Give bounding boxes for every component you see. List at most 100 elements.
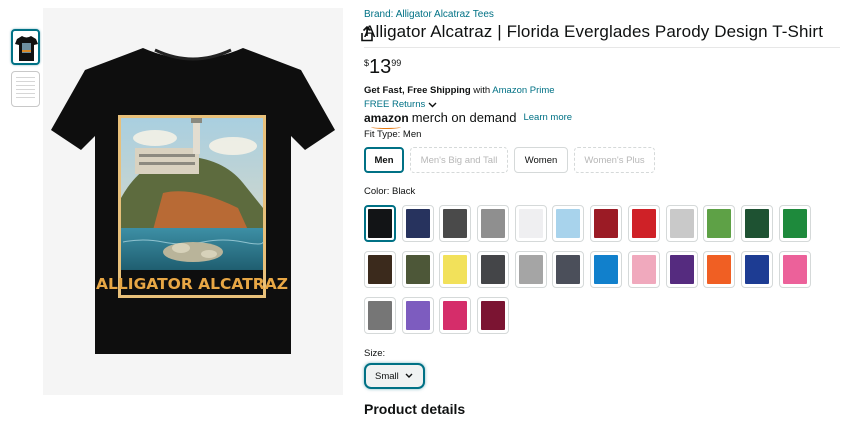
color-swatch[interactable] [477, 297, 510, 334]
color-swatch[interactable] [514, 205, 547, 242]
free-returns-link[interactable]: FREE Returns [364, 99, 437, 110]
fit-type-label: Fit Type: Men [364, 129, 421, 140]
merch-on-demand-logo: amazon merch on demand [364, 110, 517, 129]
main-product-image[interactable]: ALLIGATOR ALCATRAZ [43, 8, 373, 395]
color-swatch[interactable] [703, 251, 736, 288]
color-swatch[interactable] [778, 205, 811, 242]
color-swatch[interactable] [364, 205, 396, 242]
color-chip [669, 255, 694, 284]
fit-option-womens-plus[interactable]: Women's Plus [574, 147, 655, 173]
shipping-bold-text: Get Fast, Free Shipping [364, 85, 471, 96]
price: $1399 [364, 56, 401, 79]
fit-type-prefix: Fit Type: [364, 129, 403, 140]
color-chip [443, 209, 468, 238]
size-label: Size: [364, 348, 386, 359]
color-swatch[interactable] [477, 251, 510, 288]
color-chip [481, 255, 506, 284]
divider [364, 47, 840, 48]
color-chip [744, 209, 769, 238]
color-swatch[interactable] [401, 205, 434, 242]
color-swatch[interactable] [665, 251, 698, 288]
product-title: Alligator Alcatraz | Florida Everglades … [364, 22, 824, 41]
chevron-down-icon [428, 102, 437, 107]
color-swatch[interactable] [740, 205, 773, 242]
color-chip [443, 301, 468, 330]
color-chip [405, 209, 430, 238]
price-whole: 13 [369, 56, 392, 78]
color-swatch-grid [364, 205, 824, 343]
color-swatch[interactable] [703, 205, 736, 242]
color-swatch[interactable] [778, 251, 811, 288]
shipping-message: Get Fast, Free Shipping with Amazon Prim… [364, 85, 555, 96]
shipping-with-text: with [470, 85, 493, 96]
product-details-heading: Product details [364, 401, 466, 417]
color-chip [594, 255, 619, 284]
color-chip [405, 255, 430, 284]
fit-option-women[interactable]: Women [514, 147, 568, 173]
color-swatch[interactable] [590, 205, 623, 242]
thumbnail-shirt-image[interactable] [11, 29, 40, 65]
color-chip [631, 255, 656, 284]
color-chip [368, 301, 392, 330]
color-prefix: Color: [364, 186, 392, 197]
learn-more-link[interactable]: Learn more [523, 112, 572, 123]
color-chip [669, 209, 694, 238]
color-chip [481, 301, 506, 330]
fit-type-selected: Men [402, 129, 422, 140]
color-chip [707, 209, 732, 238]
color-swatch[interactable] [401, 297, 434, 334]
size-selected-value: Small [375, 370, 399, 382]
color-chip [594, 209, 619, 238]
color-chip [707, 255, 732, 284]
tshirt-illustration: ALLIGATOR ALCATRAZ [51, 48, 335, 354]
thumbnail-size-chart[interactable] [11, 71, 40, 107]
color-chip [744, 255, 769, 284]
brand-link[interactable]: Brand: Alligator Alcatraz Tees [364, 9, 494, 20]
price-fraction: 99 [391, 58, 402, 68]
fit-option-mens-big-and-tall[interactable]: Men's Big and Tall [410, 147, 508, 173]
color-chip [556, 209, 581, 238]
color-swatch[interactable] [514, 251, 547, 288]
color-swatch[interactable] [552, 205, 585, 242]
color-chip [443, 255, 468, 284]
color-chip [556, 255, 581, 284]
size-dropdown[interactable]: Small [364, 363, 425, 389]
color-swatch[interactable] [439, 297, 472, 334]
color-swatch[interactable] [627, 205, 660, 242]
color-chip [782, 209, 807, 238]
color-chip [631, 209, 656, 238]
color-swatch[interactable] [665, 205, 698, 242]
color-swatch[interactable] [364, 251, 396, 288]
color-chip [405, 301, 430, 330]
amazon-prime-link[interactable]: Amazon Prime [492, 85, 554, 96]
color-swatch[interactable] [740, 251, 773, 288]
color-swatch[interactable] [627, 251, 660, 288]
color-swatch[interactable] [477, 205, 510, 242]
color-swatch[interactable] [552, 251, 585, 288]
color-label: Color: Black [364, 186, 415, 197]
color-swatch[interactable] [439, 205, 472, 242]
color-selected: Black [391, 186, 416, 197]
color-swatch[interactable] [401, 251, 434, 288]
shirt-print-text: ALLIGATOR ALCATRAZ [96, 275, 288, 293]
merch-logo-text: merch on demand [411, 110, 517, 125]
color-chip [518, 255, 543, 284]
size-chart-icon [16, 77, 35, 101]
amazon-logo-text: amazon [364, 111, 409, 125]
free-returns-label: FREE Returns [364, 99, 426, 110]
color-chip [368, 209, 392, 238]
fit-type-options: Men Men's Big and Tall Women Women's Plu… [364, 147, 655, 173]
merch-on-demand-row: amazon merch on demand Learn more [364, 110, 572, 129]
color-swatch[interactable] [590, 251, 623, 288]
color-swatch[interactable] [439, 251, 472, 288]
color-chip [481, 209, 506, 238]
thumbnail-strip [11, 29, 41, 113]
price-symbol: $ [364, 58, 370, 68]
color-swatch[interactable] [364, 297, 396, 334]
chevron-down-icon [405, 373, 413, 378]
shirt-thumbnail-icon [15, 36, 38, 61]
color-chip [368, 255, 392, 284]
color-chip [782, 255, 807, 284]
fit-option-men[interactable]: Men [364, 147, 404, 173]
color-chip [518, 209, 543, 238]
